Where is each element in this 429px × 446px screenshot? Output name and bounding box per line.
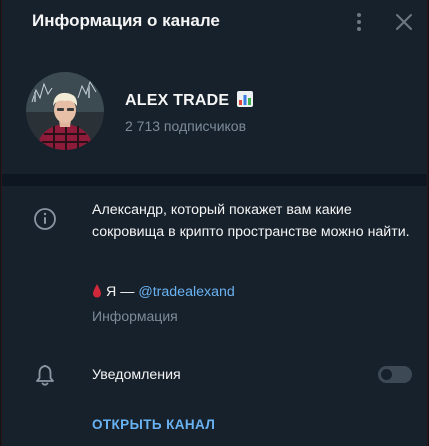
channel-avatar[interactable] [26,72,104,150]
channel-profile: ALEX TRADE 2 713 подписчиков [2,44,427,174]
info-icon [33,207,57,231]
header: Информация о канале [2,0,427,44]
contact-line: Я — @tradealexand [92,284,235,300]
contact-link[interactable]: @tradealexand [138,284,234,300]
open-channel-button[interactable]: ОТКРЫТЬ КАНАЛ [92,417,215,432]
close-icon[interactable] [394,12,414,32]
info-label: Информация [92,308,178,324]
section-divider [2,174,427,186]
kebab-menu-icon[interactable] [352,12,366,32]
bar-chart-emoji [236,91,253,107]
bell-icon [34,363,56,387]
contact-prefix: Я — [106,284,139,300]
channel-description: Александр, который покажет вам какие сок… [92,202,410,240]
channel-name-text: ALEX TRADE [125,92,230,109]
channel-name: ALEX TRADE [125,91,253,110]
blood-drop-emoji [92,284,102,298]
toggle-knob [379,367,394,382]
subscriber-count: 2 713 подписчиков [125,118,247,134]
channel-info-panel: Информация о канале ALEX TRADE 2 713 под… [1,0,428,446]
notifications-toggle[interactable] [378,366,412,383]
panel-title: Информация о канале [32,11,220,30]
notifications-label: Уведомления [92,367,181,383]
